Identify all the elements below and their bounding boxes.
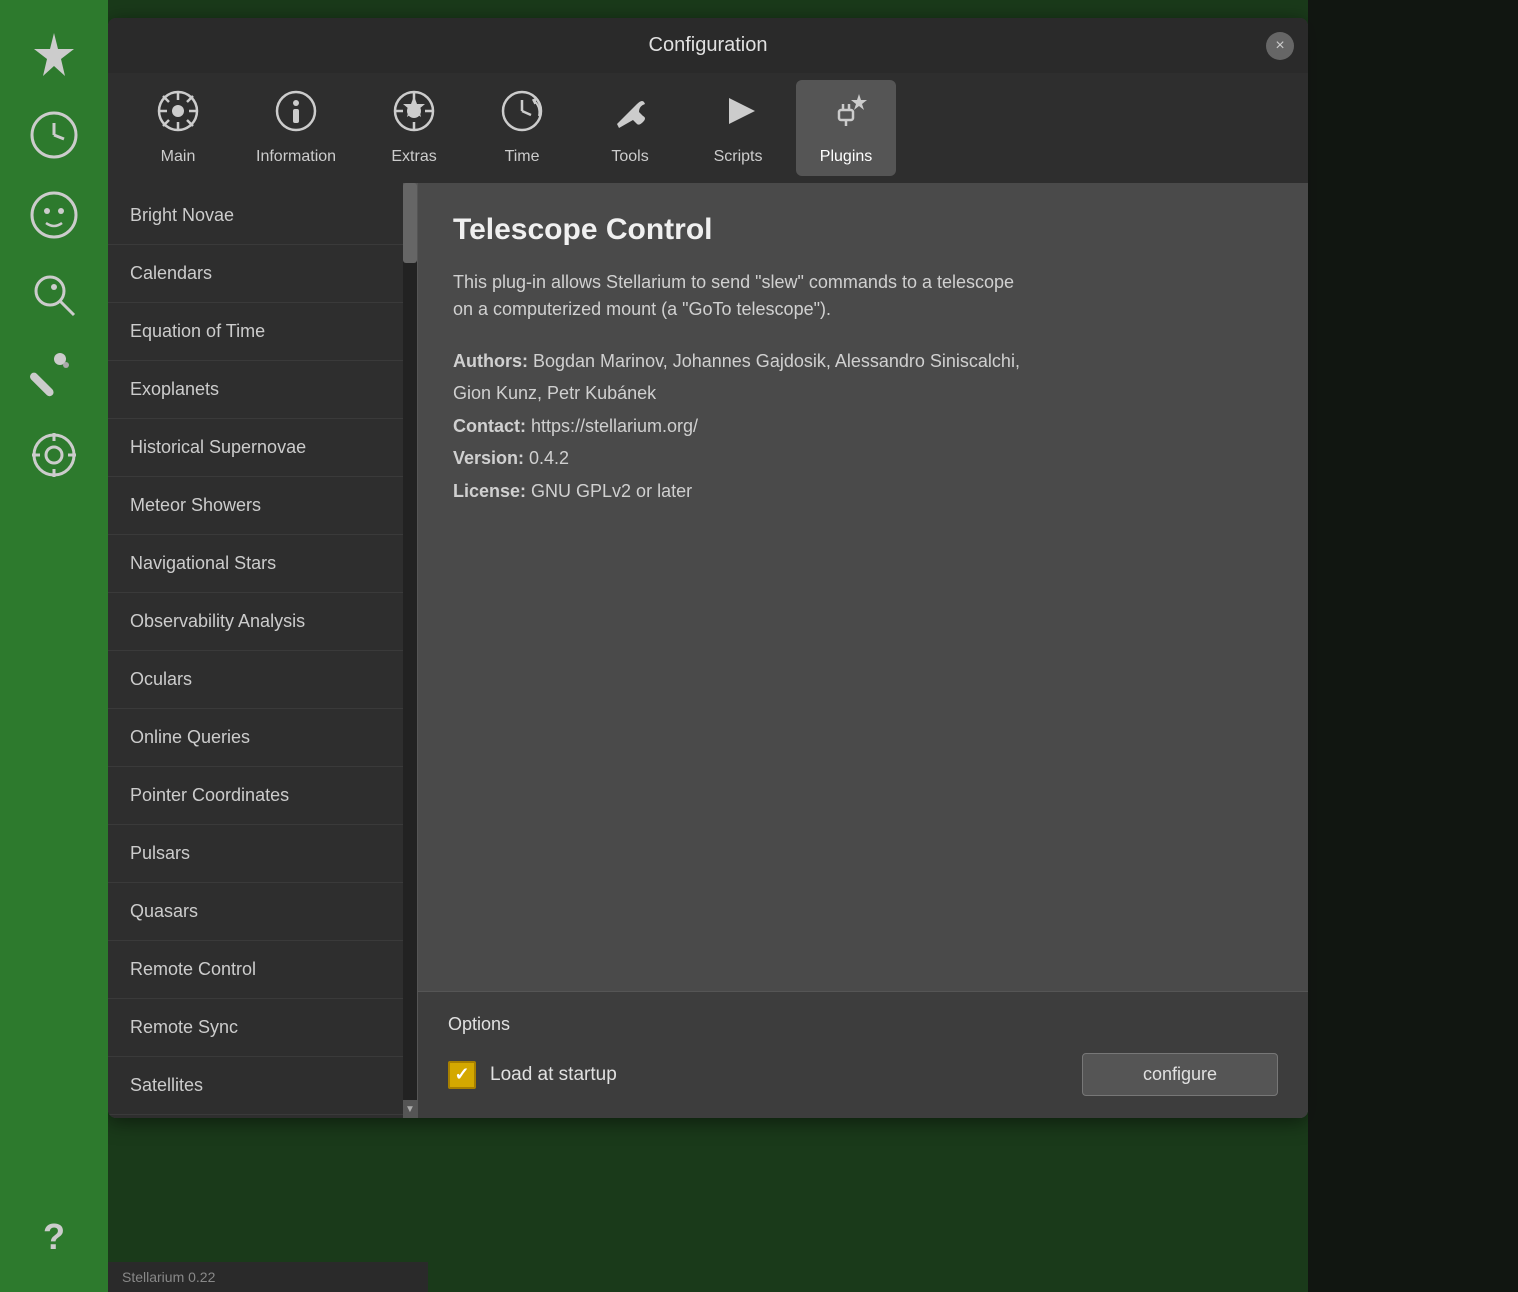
tab-tools-label: Tools xyxy=(611,148,648,166)
plugin-item-oculars[interactable]: Oculars xyxy=(108,651,417,709)
tab-information-label: Information xyxy=(256,148,336,166)
load-at-startup-row: Load at startup xyxy=(448,1061,617,1089)
authors-label: Authors: xyxy=(453,351,533,371)
plugin-item-historical-supernovae[interactable]: Historical Supernovae xyxy=(108,419,417,477)
plugin-item-observability-analysis[interactable]: Observability Analysis xyxy=(108,593,417,651)
tab-time[interactable]: Time xyxy=(472,80,572,176)
title-bar: Configuration × xyxy=(108,18,1308,73)
plugin-item-pointer-coordinates[interactable]: Pointer Coordinates xyxy=(108,767,417,825)
tab-time-label: Time xyxy=(505,148,540,166)
scroll-thumb[interactable] xyxy=(403,183,417,263)
right-dark-overlay xyxy=(1308,0,1518,1292)
plugin-item-exoplanets[interactable]: Exoplanets xyxy=(108,361,417,419)
sidebar-icon-gear-ring[interactable] xyxy=(19,420,89,490)
content-area: ▲ ▼ Bright Novae Calendars Equation of T… xyxy=(108,183,1308,1118)
contact-line: Contact: https://stellarium.org/ xyxy=(453,410,1273,442)
options-row: Load at startup configure xyxy=(448,1053,1278,1096)
authors-line: Authors: Bogdan Marinov, Johannes Gajdos… xyxy=(453,345,1273,410)
plugin-detail-description: This plug-in allows Stellarium to send "… xyxy=(453,269,1273,323)
scripts-tab-icon xyxy=(717,90,759,142)
license-line: License: GNU GPLv2 or later xyxy=(453,475,1273,507)
license-label: License: xyxy=(453,481,531,501)
plugin-item-bright-novae[interactable]: Bright Novae xyxy=(108,187,417,245)
plugin-item-solar-system-editor[interactable]: Solar System Editor xyxy=(108,1115,417,1118)
tab-plugins[interactable]: Plugins xyxy=(796,80,896,176)
contact-value: https://stellarium.org/ xyxy=(531,416,698,436)
tab-main[interactable]: Main xyxy=(128,80,228,176)
plugin-item-satellites[interactable]: Satellites xyxy=(108,1057,417,1115)
sidebar-icon-search[interactable] xyxy=(19,260,89,330)
extras-tab-icon xyxy=(393,90,435,142)
plugin-item-online-queries[interactable]: Online Queries xyxy=(108,709,417,767)
tools-tab-icon xyxy=(609,90,651,142)
plugin-item-quasars[interactable]: Quasars xyxy=(108,883,417,941)
plugin-list[interactable]: ▲ ▼ Bright Novae Calendars Equation of T… xyxy=(108,183,418,1118)
version-label: Version: xyxy=(453,448,529,468)
version-value: 0.4.2 xyxy=(529,448,569,468)
tab-plugins-label: Plugins xyxy=(820,148,872,166)
scroll-down-arrow[interactable]: ▼ xyxy=(403,1100,417,1118)
plugin-item-equation-of-time[interactable]: Equation of Time xyxy=(108,303,417,361)
plugin-item-calendars[interactable]: Calendars xyxy=(108,245,417,303)
options-title: Options xyxy=(448,1014,1278,1035)
window-title: Configuration xyxy=(649,34,768,57)
tab-scripts-label: Scripts xyxy=(714,148,763,166)
config-window: Configuration × Main xyxy=(108,18,1308,1118)
version-line: Version: 0.4.2 xyxy=(453,442,1273,474)
load-at-startup-checkbox[interactable] xyxy=(448,1061,476,1089)
options-bar: Options Load at startup configure xyxy=(418,991,1308,1118)
tab-extras-label: Extras xyxy=(391,148,436,166)
plugin-detail: Telescope Control This plug-in allows St… xyxy=(418,183,1308,1118)
sidebar-icon-face[interactable] xyxy=(19,180,89,250)
tab-main-label: Main xyxy=(161,148,196,166)
left-sidebar: ? xyxy=(0,0,108,1292)
plugin-list-inner: Bright Novae Calendars Equation of Time … xyxy=(108,183,417,1118)
license-value: GNU GPLv2 or later xyxy=(531,481,692,501)
tab-information[interactable]: Information xyxy=(236,80,356,176)
plugin-item-meteor-showers[interactable]: Meteor Showers xyxy=(108,477,417,535)
main-tab-icon xyxy=(157,90,199,142)
load-at-startup-label: Load at startup xyxy=(490,1064,617,1086)
tab-tools[interactable]: Tools xyxy=(580,80,680,176)
sidebar-icon-clock[interactable] xyxy=(19,100,89,170)
tab-bar: Main Information xyxy=(108,73,1308,183)
authors-value: Bogdan Marinov, Johannes Gajdosik, Aless… xyxy=(453,351,1020,403)
plugin-detail-title: Telescope Control xyxy=(453,213,1273,247)
sidebar-icon-wrench[interactable] xyxy=(19,340,89,410)
tab-scripts[interactable]: Scripts xyxy=(688,80,788,176)
contact-label: Contact: xyxy=(453,416,531,436)
plugins-tab-icon xyxy=(825,90,867,142)
plugin-item-pulsars[interactable]: Pulsars xyxy=(108,825,417,883)
time-tab-icon xyxy=(501,90,543,142)
close-button[interactable]: × xyxy=(1266,32,1294,60)
bottom-hint: Stellarium 0.22 xyxy=(108,1262,428,1292)
plugin-item-remote-control[interactable]: Remote Control xyxy=(108,941,417,999)
information-tab-icon xyxy=(275,90,317,142)
plugin-item-navigational-stars[interactable]: Navigational Stars xyxy=(108,535,417,593)
configure-button[interactable]: configure xyxy=(1082,1053,1278,1096)
sidebar-icon-question[interactable]: ? xyxy=(19,1202,89,1272)
plugin-detail-meta: Authors: Bogdan Marinov, Johannes Gajdos… xyxy=(453,345,1273,507)
plugin-detail-content: Telescope Control This plug-in allows St… xyxy=(418,183,1308,991)
sidebar-icon-star[interactable] xyxy=(19,20,89,90)
tab-extras[interactable]: Extras xyxy=(364,80,464,176)
plugin-item-remote-sync[interactable]: Remote Sync xyxy=(108,999,417,1057)
